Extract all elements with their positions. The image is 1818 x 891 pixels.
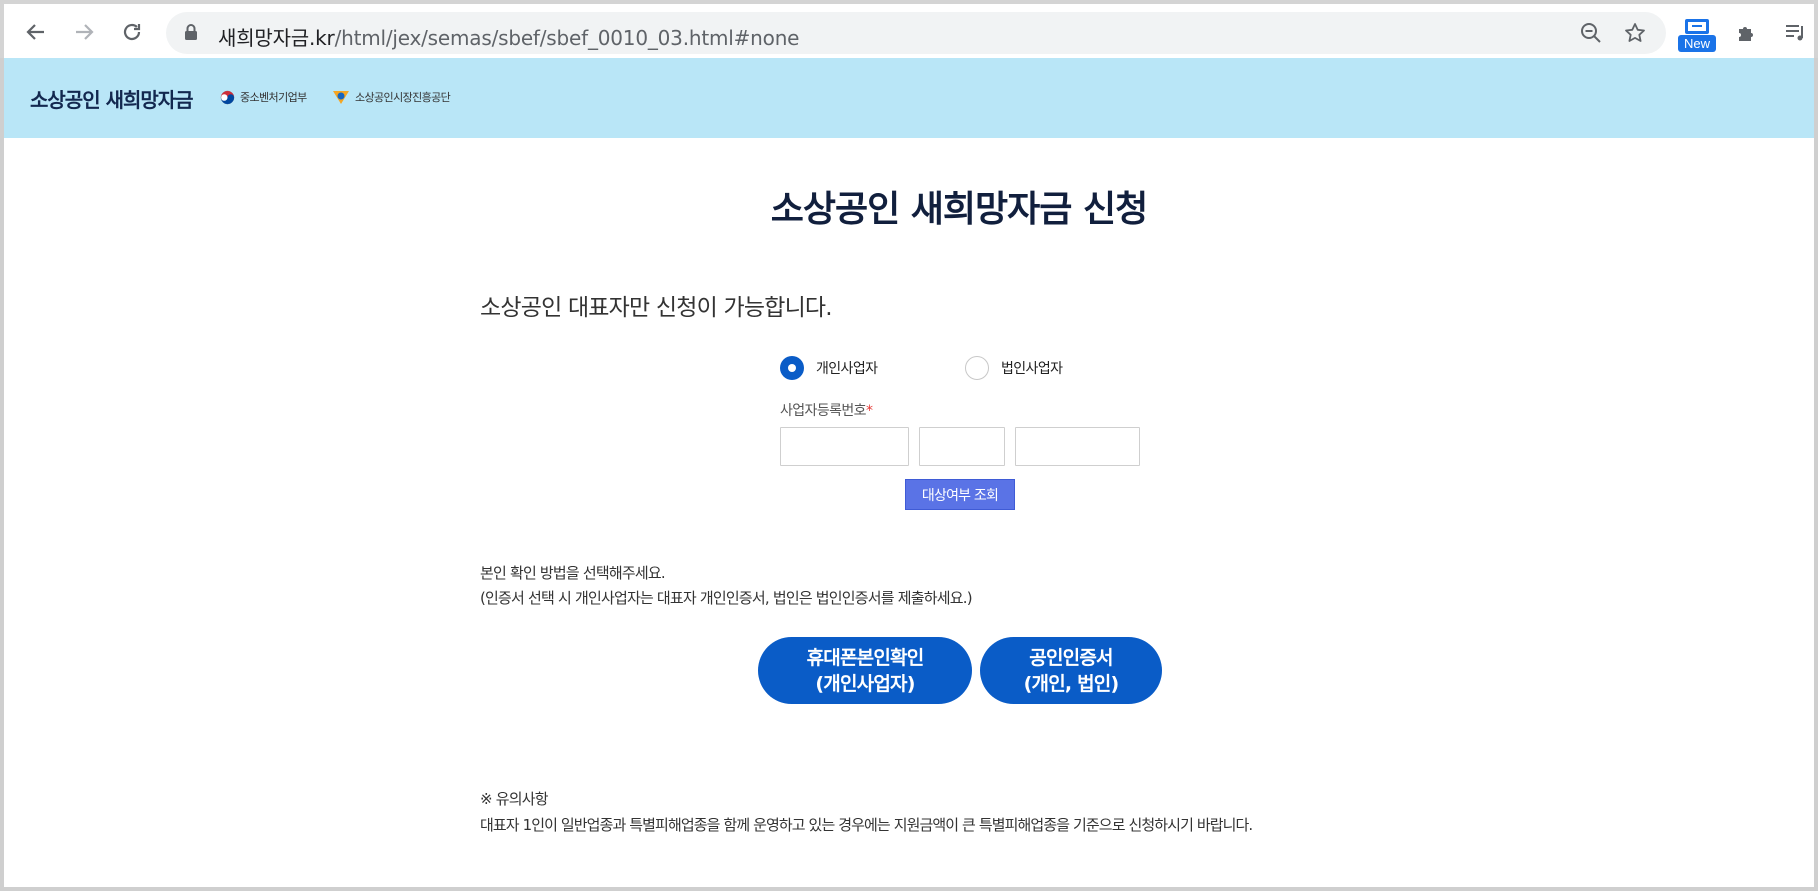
caution-text: 대표자 1인이 일반업종과 특별피해업종을 함께 운영하고 있는 경우에는 지원… bbox=[480, 816, 1253, 834]
radio-label-individual[interactable]: 개인사업자 bbox=[816, 358, 878, 378]
biz-number-label: 사업자등록번호* bbox=[780, 400, 873, 420]
back-icon[interactable] bbox=[18, 14, 54, 50]
browser-toolbar: 새희망자금.kr/html/jex/semas/sbef/sbef_0010_0… bbox=[0, 0, 1818, 58]
page-title-wrap: 소상공인 새희망자금 신청 bbox=[0, 180, 1818, 232]
biz-number-label-text: 사업자등록번호 bbox=[780, 403, 867, 419]
auth-method-line-1: 본인 확인 방법을 선택해주세요. bbox=[480, 564, 666, 582]
radio-label-corporate[interactable]: 법인사업자 bbox=[1001, 358, 1063, 378]
auth-method-guide: 본인 확인 방법을 선택해주세요. (인증서 선택 시 개인사업자는 대표자 개… bbox=[480, 561, 973, 611]
agency-name: 소상공인시장진흥공단 bbox=[355, 91, 451, 104]
radio-unchecked-icon[interactable] bbox=[965, 356, 989, 380]
biz-number-input-1[interactable] bbox=[780, 427, 909, 466]
url-path: /html/jex/semas/sbef/sbef_0010_03.html#n… bbox=[334, 26, 800, 50]
url-text: 새희망자금.kr/html/jex/semas/sbef/sbef_0010_0… bbox=[218, 22, 799, 51]
eligibility-notice: 소상공인 대표자만 신청이 가능합니다. bbox=[480, 295, 833, 321]
address-bar[interactable]: 새희망자금.kr/html/jex/semas/sbef/sbef_0010_0… bbox=[166, 12, 1666, 54]
reload-icon[interactable] bbox=[114, 14, 150, 50]
radio-individual-business[interactable]: 개인사업자 bbox=[780, 356, 878, 380]
certificate-auth-button[interactable]: 공인인증서 (개인, 법인) bbox=[980, 637, 1162, 704]
star-icon[interactable] bbox=[1622, 20, 1648, 46]
extension-badge: New bbox=[1678, 35, 1716, 52]
agency-emblem-icon bbox=[333, 91, 349, 104]
zoom-out-icon[interactable] bbox=[1578, 20, 1604, 46]
site-header: 소상공인 새희망자금 중소벤처기업부 소상공인시장진흥공단 bbox=[4, 58, 1814, 138]
lock-icon[interactable] bbox=[184, 23, 198, 45]
required-mark: * bbox=[865, 403, 873, 419]
certificate-auth-line-2: (개인, 법인) bbox=[1023, 672, 1120, 695]
biz-number-input-2[interactable] bbox=[919, 427, 1005, 466]
page-title: 소상공인 새희망자금 신청 bbox=[770, 189, 1148, 230]
ministry-logo: 중소벤처기업부 bbox=[220, 89, 307, 105]
mobile-auth-button[interactable]: 휴대폰본인확인 (개인사업자) bbox=[758, 637, 972, 704]
taegeuk-icon bbox=[220, 90, 235, 104]
ministry-name: 중소벤처기업부 bbox=[240, 91, 307, 104]
mobile-auth-line-2: (개인사업자) bbox=[815, 672, 915, 695]
extension-new-icon[interactable]: New bbox=[1678, 18, 1716, 54]
caution-title: ※ 유의사항 bbox=[480, 790, 549, 808]
puzzle-icon[interactable] bbox=[1732, 16, 1762, 50]
auth-method-line-2: (인증서 선택 시 개인사업자는 대표자 개인인증서, 법인은 법인인증서를 제… bbox=[480, 589, 973, 607]
radio-checked-icon[interactable] bbox=[780, 356, 804, 380]
radio-corporate-business[interactable]: 법인사업자 bbox=[965, 356, 1063, 380]
agency-logo: 소상공인시장진흥공단 bbox=[332, 89, 451, 105]
url-host: 새희망자금.kr bbox=[218, 26, 335, 50]
site-logo[interactable]: 소상공인 새희망자금 bbox=[30, 84, 194, 113]
mobile-auth-line-1: 휴대폰본인확인 bbox=[806, 646, 925, 669]
forward-icon[interactable] bbox=[66, 14, 102, 50]
certificate-auth-line-1: 공인인증서 bbox=[1029, 646, 1113, 669]
biz-number-input-3[interactable] bbox=[1015, 427, 1140, 466]
eligibility-check-button[interactable]: 대상여부 조회 bbox=[905, 479, 1015, 510]
media-queue-icon[interactable] bbox=[1780, 16, 1810, 50]
